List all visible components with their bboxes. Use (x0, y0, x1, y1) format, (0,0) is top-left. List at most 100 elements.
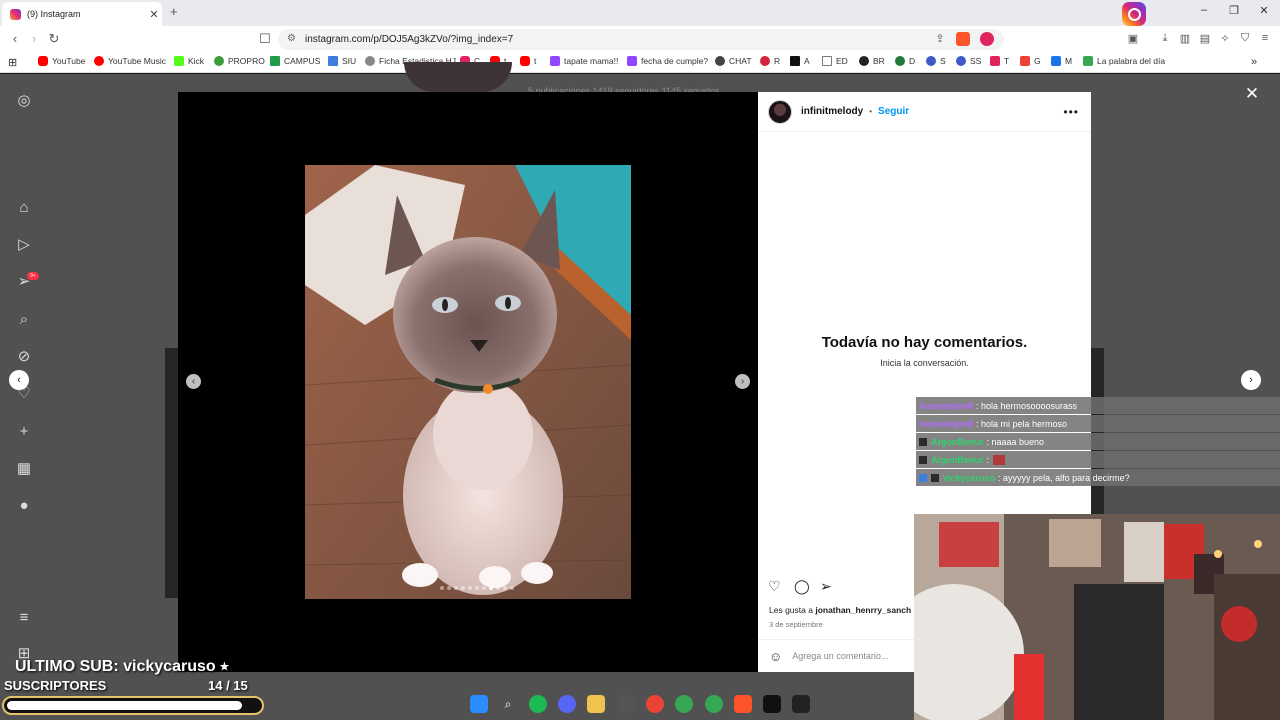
like-heart-icon[interactable]: ♡ (768, 578, 794, 595)
wallet-icon[interactable]: ▣ (1125, 32, 1141, 45)
file-explorer-icon[interactable] (587, 695, 605, 713)
sidebar-icon[interactable]: ▥ (1177, 32, 1193, 45)
bookmark-item[interactable]: YouTube (38, 56, 85, 66)
bookmark-item[interactable]: A (790, 56, 810, 66)
globe-icon (365, 56, 375, 66)
bookmark-item[interactable]: PROPRO (214, 56, 265, 66)
bookmark-item[interactable]: t (520, 56, 536, 66)
brave-icon[interactable] (734, 695, 752, 713)
create-icon[interactable]: + (14, 422, 34, 442)
bookmark-item[interactable]: CHAT (715, 56, 752, 66)
bookmark-label: CAMPUS (284, 56, 321, 66)
back-icon[interactable]: ‹ (6, 31, 24, 46)
maximize-button[interactable]: ❐ (1224, 4, 1244, 17)
vpn-icon[interactable]: ⛉ (1237, 32, 1253, 45)
reels-icon[interactable]: ▷ (14, 235, 34, 255)
tab-close-icon[interactable]: ✕ (146, 8, 162, 21)
tiktok-icon[interactable] (763, 695, 781, 713)
bookmark-item[interactable]: D (895, 56, 915, 66)
instagram-app-icon[interactable] (1122, 2, 1146, 26)
browser-tab[interactable]: (9) Instagram ✕ (2, 2, 162, 26)
webcam-feed (914, 514, 1280, 720)
share-send-icon[interactable]: ➢ (820, 578, 846, 595)
bookmark-item[interactable]: G (1020, 56, 1041, 66)
bookmark-item[interactable]: T (990, 56, 1009, 66)
bookmarks-more-icon[interactable]: » (1251, 56, 1257, 68)
youtube-music-icon (94, 56, 104, 66)
author-username[interactable]: infinitmelody (801, 106, 863, 117)
subs-goal-title: SUSCRIPTORES (4, 678, 107, 693)
next-post-button[interactable]: › (1241, 370, 1261, 390)
bookmark-item[interactable]: CAMPUS (270, 56, 320, 66)
bookmark-item[interactable]: S (926, 56, 946, 66)
bookmark-item[interactable]: La palabra del día (1083, 56, 1165, 66)
comment-input[interactable]: Agrega un comentario... (792, 651, 888, 661)
chrome-3-icon[interactable] (705, 695, 723, 713)
close-modal-icon[interactable]: ✕ (1242, 84, 1262, 104)
new-tab-button[interactable]: + (170, 4, 178, 19)
chat-message: ArgonBenur : (916, 451, 1280, 468)
forward-icon[interactable]: › (25, 31, 43, 46)
last-sub-label: ULTIMO SUB: vickycaruso ⭑ (15, 658, 229, 675)
leo-ai-icon[interactable]: ✧ (1217, 32, 1233, 45)
obs-icon[interactable] (617, 695, 635, 713)
header-separator: • (869, 107, 873, 116)
apps-icon[interactable]: ⊞ (8, 56, 17, 69)
likes-user[interactable]: jonathan_henrry_sanch (815, 605, 911, 615)
home-icon[interactable]: ⌂ (14, 198, 34, 218)
url-bar[interactable]: ⚙ instagram.com/p/DOJ5Ag3kZVo/?img_index… (278, 29, 1004, 50)
more-menu-icon[interactable]: ≡ (14, 608, 34, 628)
profile-avatar-icon[interactable]: ● (14, 496, 34, 516)
epic-games-icon[interactable] (792, 695, 810, 713)
reload-icon[interactable]: ↻ (45, 31, 63, 47)
bookmark-item[interactable]: M (1051, 56, 1072, 66)
follow-button[interactable]: Seguir (878, 106, 909, 117)
close-window-button[interactable]: ✕ (1254, 4, 1274, 17)
chat-message: ArgonBenur : naaaa bueno (916, 433, 1280, 450)
carousel-dot (461, 586, 465, 590)
instagram-logo-icon[interactable]: ◎ (14, 91, 34, 111)
search-icon[interactable]: ⌕ (14, 310, 34, 330)
t-icon (990, 56, 1000, 66)
windows-start-icon[interactable] (470, 695, 488, 713)
site-info-icon[interactable]: ⚙ (287, 33, 296, 44)
stream-chat-overlay: looooonjon8 : hola hermosoooosurass looo… (916, 397, 1280, 487)
brave-rewards-icon[interactable] (980, 32, 994, 46)
minimize-button[interactable]: – (1194, 4, 1214, 16)
post-date[interactable]: 3 de septiembre (769, 620, 823, 629)
bookmark-item[interactable]: YouTube Music (94, 56, 166, 66)
carousel-prev-button[interactable]: ‹ (186, 374, 201, 389)
wallet-2-icon[interactable]: ▤ (1197, 32, 1213, 45)
webcam-overlay (914, 514, 1280, 720)
emoji-icon[interactable]: ☺ (769, 649, 782, 664)
menu-icon[interactable]: ≡ (1257, 32, 1273, 44)
bookmark-item[interactable]: Kick (174, 56, 204, 66)
brave-shields-icon[interactable] (956, 32, 970, 46)
bookmark-item[interactable]: BR (859, 56, 885, 66)
bookmark-item[interactable]: ED (822, 56, 848, 66)
discord-icon[interactable] (558, 695, 576, 713)
bookmark-item[interactable]: SIU (328, 56, 356, 66)
taskbar-search-icon[interactable]: ⌕ (499, 695, 517, 713)
downloads-icon[interactable]: ⤓ (1157, 32, 1173, 45)
bookmark-item[interactable]: R (760, 56, 780, 66)
chrome-icon[interactable] (646, 695, 664, 713)
previous-post-button[interactable]: ‹ (9, 370, 29, 390)
comment-icon[interactable]: ◯ (794, 578, 820, 595)
bookmark-icon[interactable]: ☐ (256, 31, 274, 47)
twitch-icon (627, 56, 637, 66)
carousel-next-button[interactable]: › (735, 374, 750, 389)
bookmark-item[interactable]: tapate mama!! (550, 56, 618, 66)
more-options-icon[interactable]: ••• (1063, 105, 1079, 119)
explore-icon[interactable]: ⊘ (14, 347, 34, 367)
share-icon[interactable]: ⇪ (932, 32, 948, 45)
bookmark-label: SIU (342, 56, 357, 66)
author-avatar[interactable] (768, 99, 792, 124)
carousel-dot (489, 586, 493, 590)
chat-text: : hola mi pela hermoso (976, 418, 1068, 429)
chrome-2-icon[interactable] (675, 695, 693, 713)
bookmark-item[interactable]: fecha de cumple? (627, 56, 708, 66)
spotify-icon[interactable] (529, 695, 547, 713)
dashboard-icon[interactable]: ▦ (14, 459, 34, 479)
bookmark-item[interactable]: SS (956, 56, 981, 66)
